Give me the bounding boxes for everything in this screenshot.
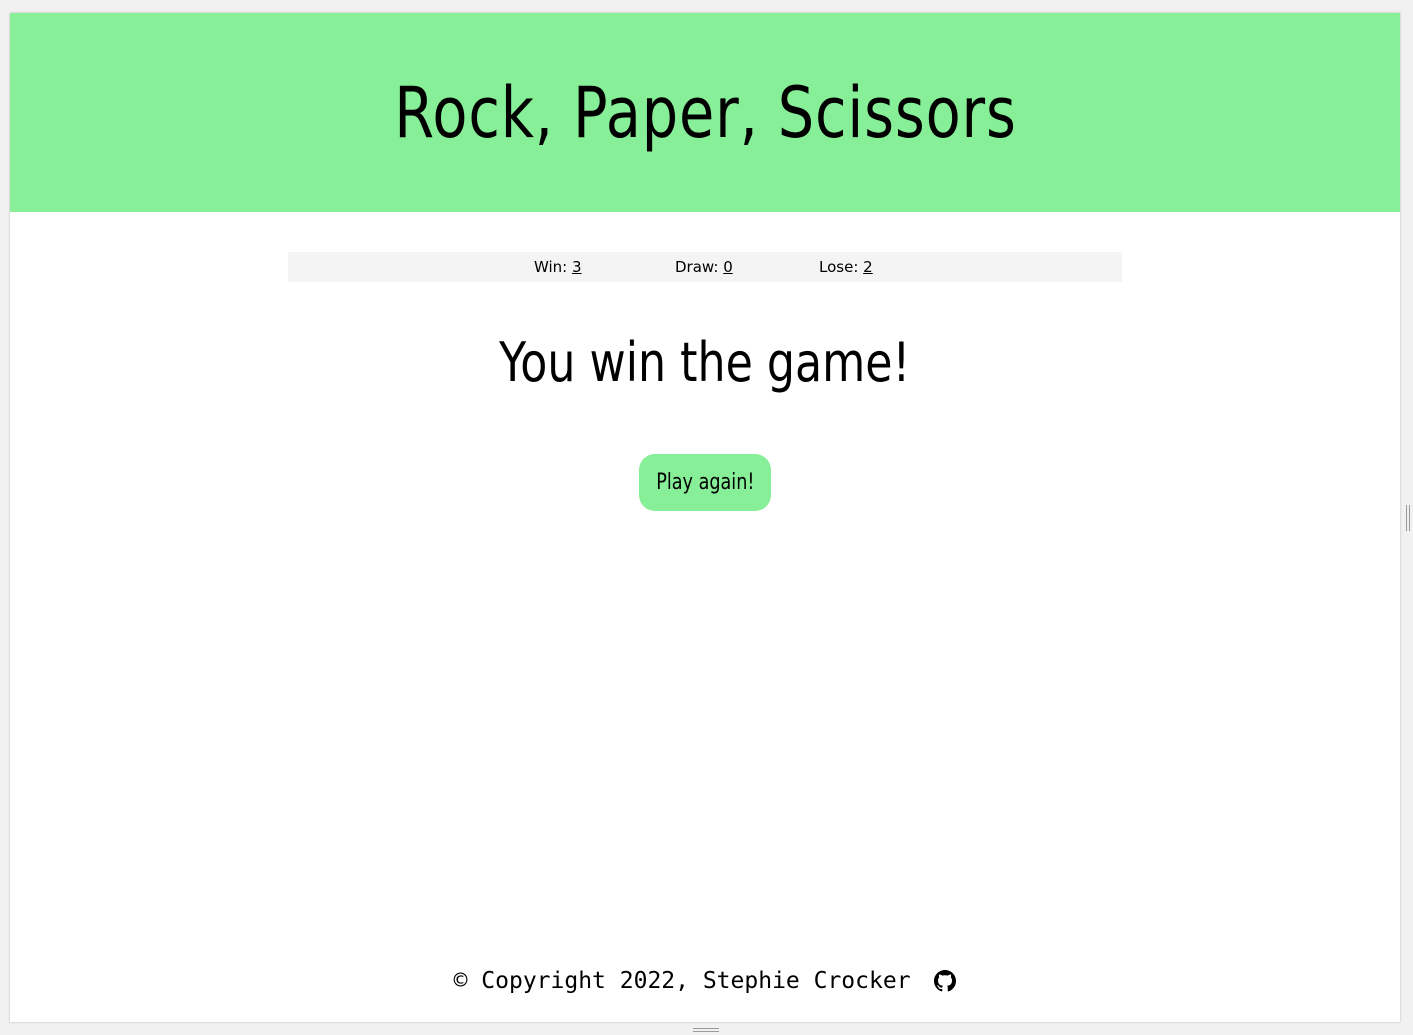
page-viewport: Rock, Paper, Scissors Win: 3 Draw: 0 Los… xyxy=(10,13,1400,1022)
score-win-label: Win: xyxy=(534,258,568,276)
play-again-button[interactable]: Play again! xyxy=(639,454,771,511)
vertical-resize-handle[interactable] xyxy=(1406,505,1410,531)
score-win: Win: 3 xyxy=(534,258,582,276)
score-draw-label: Draw: xyxy=(675,258,719,276)
score-lose-label: Lose: xyxy=(819,258,859,276)
score-draw: Draw: 0 xyxy=(675,258,733,276)
play-again-label: Play again! xyxy=(655,470,755,495)
scoreboard: Win: 3 Draw: 0 Lose: 2 xyxy=(288,252,1122,282)
score-lose-value: 2 xyxy=(863,258,873,276)
footer: © Copyright 2022, Stephie Crocker xyxy=(10,967,1400,994)
header-banner: Rock, Paper, Scissors xyxy=(10,13,1400,212)
page-title: Rock, Paper, Scissors xyxy=(393,71,1017,154)
result-message: You win the game! xyxy=(10,331,1400,394)
score-lose: Lose: 2 xyxy=(819,258,873,276)
horizontal-resize-handle[interactable] xyxy=(693,1028,719,1032)
result-message-text: You win the game! xyxy=(499,331,911,394)
score-draw-value: 0 xyxy=(723,258,733,276)
copyright-text: © Copyright 2022, Stephie Crocker xyxy=(453,967,911,994)
score-win-value: 3 xyxy=(572,258,582,276)
github-icon[interactable] xyxy=(934,969,957,992)
